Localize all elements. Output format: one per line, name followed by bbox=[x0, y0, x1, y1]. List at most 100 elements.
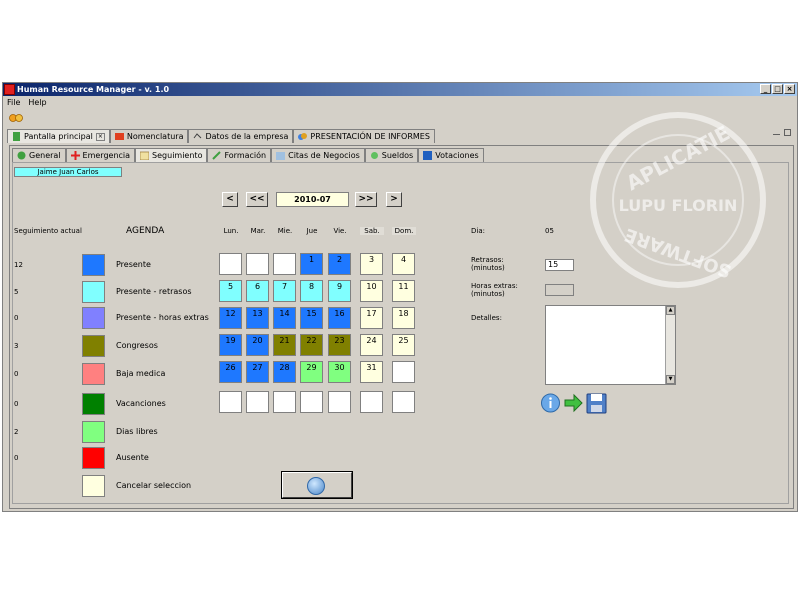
calendar-day-cell[interactable]: 11 bbox=[392, 280, 415, 302]
calendar-day-cell[interactable]: 26 bbox=[219, 361, 242, 383]
prev-month-button[interactable]: << bbox=[246, 192, 268, 207]
legend-swatch[interactable] bbox=[82, 307, 105, 329]
subtab-general[interactable]: General bbox=[12, 148, 66, 162]
tab-informes[interactable]: PRESENTACIÓN DE INFORMES bbox=[293, 129, 435, 143]
panel-maximize-button[interactable] bbox=[784, 129, 791, 136]
calendar-day-cell[interactable]: 28 bbox=[273, 361, 296, 383]
legend-swatch[interactable] bbox=[82, 363, 105, 385]
calendar-day-cell[interactable] bbox=[219, 391, 242, 413]
calendar-day-cell[interactable]: 23 bbox=[328, 334, 351, 356]
calendar-day-cell[interactable]: 1 bbox=[300, 253, 323, 275]
calendar-day-cell[interactable] bbox=[246, 391, 269, 413]
legend-count: 0 bbox=[14, 370, 19, 378]
subtab-sueldos[interactable]: Sueldos bbox=[364, 148, 419, 162]
legend-count: 5 bbox=[14, 288, 19, 296]
tab-pantalla-principal[interactable]: Pantalla principal × bbox=[7, 129, 110, 143]
calendar-day-cell[interactable]: 17 bbox=[360, 307, 383, 329]
tab-nomenclatura[interactable]: Nomenclatura bbox=[109, 129, 189, 143]
calendar-day-cell[interactable]: 27 bbox=[246, 361, 269, 383]
first-month-button[interactable]: < bbox=[222, 192, 238, 207]
legend-swatch[interactable] bbox=[82, 475, 105, 497]
calendar-day-cell[interactable]: 8 bbox=[300, 280, 323, 302]
formacion-icon bbox=[212, 151, 222, 160]
general-icon bbox=[17, 151, 26, 160]
calendar-day-cell[interactable] bbox=[219, 253, 242, 275]
calendar-day-cell[interactable] bbox=[273, 253, 296, 275]
calendar-day-cell[interactable]: 16 bbox=[328, 307, 351, 329]
legend-swatch[interactable] bbox=[82, 421, 105, 443]
last-month-button[interactable]: > bbox=[386, 192, 402, 207]
subtab-citas[interactable]: Citas de Negocios bbox=[271, 148, 365, 162]
menu-file[interactable]: File bbox=[7, 97, 20, 109]
info-large-icon bbox=[307, 477, 325, 495]
calendar-day-cell[interactable]: 31 bbox=[360, 361, 383, 383]
detalles-textarea[interactable]: ▲ ▼ bbox=[545, 305, 676, 385]
tab-label: Pantalla principal bbox=[24, 132, 93, 141]
subtab-formacion[interactable]: Formación bbox=[207, 148, 272, 162]
legend-label: Presente - horas extras bbox=[116, 313, 209, 322]
tab-datos-empresa[interactable]: Datos de la empresa bbox=[188, 129, 294, 143]
calendar-day-cell[interactable]: 5 bbox=[219, 280, 242, 302]
calendar-day-cell[interactable]: 2 bbox=[328, 253, 351, 275]
calendar-day-cell[interactable]: 10 bbox=[360, 280, 383, 302]
calendar-day-cell[interactable]: 18 bbox=[392, 307, 415, 329]
calendar-day-cell[interactable]: 9 bbox=[328, 280, 351, 302]
calendar-day-cell[interactable] bbox=[328, 391, 351, 413]
next-month-button[interactable]: >> bbox=[355, 192, 377, 207]
calendar-day-cell[interactable]: 7 bbox=[273, 280, 296, 302]
retrasos-input[interactable]: 15 bbox=[545, 259, 574, 271]
calendar-day-cell[interactable]: 3 bbox=[360, 253, 383, 275]
calendar-day-cell[interactable] bbox=[392, 361, 415, 383]
calendar-day-cell[interactable]: 20 bbox=[246, 334, 269, 356]
calendar-day-cell[interactable] bbox=[246, 253, 269, 275]
legend-swatch[interactable] bbox=[82, 281, 105, 303]
month-field[interactable]: 2010-07 bbox=[276, 192, 349, 207]
toolbar-icon[interactable] bbox=[9, 112, 23, 124]
employee-name-field[interactable]: Jaime Juan Carlos bbox=[14, 167, 122, 177]
info-large-button[interactable] bbox=[281, 471, 353, 499]
menu-help[interactable]: Help bbox=[28, 97, 46, 109]
subtab-seguimiento[interactable]: Seguimiento bbox=[135, 148, 208, 162]
calendar-day-cell[interactable] bbox=[392, 391, 415, 413]
close-tab-icon[interactable]: × bbox=[95, 132, 105, 141]
legend-swatch[interactable] bbox=[82, 447, 105, 469]
info-icon bbox=[541, 393, 560, 413]
close-button[interactable]: × bbox=[784, 84, 795, 94]
next-button[interactable] bbox=[563, 391, 584, 415]
subtab-votaciones[interactable]: Votaciones bbox=[418, 148, 484, 162]
calendar-day-cell[interactable] bbox=[300, 391, 323, 413]
maximize-button[interactable]: □ bbox=[772, 84, 783, 94]
calendar-day-cell[interactable] bbox=[360, 391, 383, 413]
legend-swatch[interactable] bbox=[82, 335, 105, 357]
calendar-day-cell[interactable]: 6 bbox=[246, 280, 269, 302]
calendar-day-cell[interactable]: 30 bbox=[328, 361, 351, 383]
calendar-day-cell[interactable]: 13 bbox=[246, 307, 269, 329]
calendar-day-cell[interactable]: 29 bbox=[300, 361, 323, 383]
calendar-day-cell[interactable]: 24 bbox=[360, 334, 383, 356]
calendar-day-cell[interactable]: 21 bbox=[273, 334, 296, 356]
day-header: Lun. bbox=[223, 227, 239, 235]
calendar-day-cell[interactable]: 12 bbox=[219, 307, 242, 329]
panel-minimize-button[interactable] bbox=[773, 134, 780, 136]
calendar-day-cell[interactable]: 15 bbox=[300, 307, 323, 329]
legend-swatch[interactable] bbox=[82, 393, 105, 415]
calendar-day-cell[interactable] bbox=[273, 391, 296, 413]
scroll-down-button[interactable]: ▼ bbox=[666, 375, 675, 384]
scroll-up-button[interactable]: ▲ bbox=[666, 306, 675, 315]
calendar-day-cell[interactable]: 22 bbox=[300, 334, 323, 356]
detalles-scrollbar[interactable]: ▲ ▼ bbox=[665, 306, 675, 384]
info-button[interactable] bbox=[540, 391, 561, 415]
subtab-emergencia[interactable]: Emergencia bbox=[65, 148, 136, 162]
legend-label: Cancelar seleccion bbox=[116, 481, 192, 490]
legend-swatch[interactable] bbox=[82, 254, 105, 276]
informes-icon bbox=[298, 132, 308, 141]
detalles-label: Detalles: bbox=[471, 314, 502, 322]
calendar-day-cell[interactable]: 19 bbox=[219, 334, 242, 356]
save-button[interactable] bbox=[586, 391, 607, 415]
calendar-day-cell[interactable]: 4 bbox=[392, 253, 415, 275]
minimize-button[interactable]: _ bbox=[760, 84, 771, 94]
calendar-day-cell[interactable]: 14 bbox=[273, 307, 296, 329]
horas-extras-input[interactable] bbox=[545, 284, 574, 296]
calendar-day-cell[interactable]: 25 bbox=[392, 334, 415, 356]
menu-bar: File Help bbox=[3, 97, 47, 109]
